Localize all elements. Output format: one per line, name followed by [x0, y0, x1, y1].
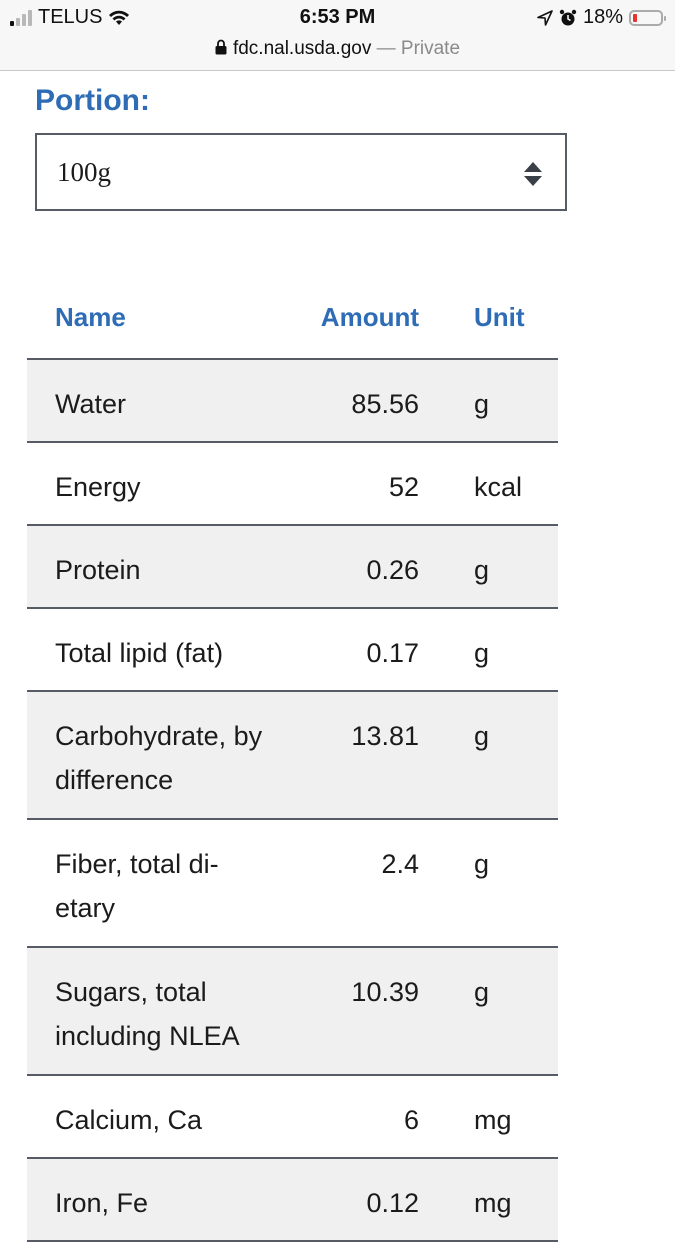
nutrient-amount: 10.39 [351, 977, 419, 1007]
nutrient-amount: 0.12 [366, 1188, 419, 1218]
nutrient-amount: 2.4 [381, 849, 419, 879]
table-row: Water 85.56 g [27, 360, 558, 443]
table-row: Protein 0.26 g [27, 526, 558, 609]
location-icon [537, 9, 553, 26]
table-row: Energy 52 kcal [27, 443, 558, 526]
nutrient-amount: 6 [403, 1105, 419, 1135]
nutrient-name: Protein [55, 555, 141, 585]
nutrient-table: Name Amount Unit Water 85.56 g Energy 52… [27, 290, 558, 1242]
table-row: Calcium, Ca 6 mg [27, 1076, 558, 1159]
column-header-amount[interactable]: Amount [321, 302, 419, 333]
nutrient-name: Total lipid (fat) [55, 638, 224, 668]
table-row: Fiber, total di-etary 2.4 g [27, 820, 558, 948]
nutrient-name: Carbohydrate, by difference [55, 721, 263, 795]
status-bar: TELUS 6:53 PM 18% fdc.nal.usda.gov — Pri… [0, 0, 675, 71]
private-label: Private [400, 38, 461, 59]
nutrient-unit: mg [474, 1188, 512, 1218]
nutrient-name: Sugars, total including NLEA [55, 977, 240, 1051]
table-row: Iron, Fe 0.12 mg [27, 1159, 558, 1242]
table-row: Carbohydrate, by difference 13.81 g [27, 692, 558, 820]
nutrient-name: Energy [55, 472, 141, 502]
nutrient-name: Fiber, total di-etary [55, 849, 219, 923]
nutrient-unit: mg [474, 1105, 512, 1135]
url-domain: fdc.nal.usda.gov [232, 38, 372, 59]
nutrient-unit: g [474, 977, 490, 1007]
lock-icon [215, 39, 227, 55]
table-header: Name Amount Unit [27, 290, 558, 360]
alarm-icon [559, 9, 577, 25]
column-header-unit[interactable]: Unit [474, 302, 525, 333]
nutrient-unit: kcal [474, 472, 523, 502]
column-header-name[interactable]: Name [55, 302, 126, 333]
select-arrows-icon [524, 162, 542, 186]
table-row: Total lipid (fat) 0.17 g [27, 609, 558, 692]
table-row: Sugars, total including NLEA 10.39 g [27, 948, 558, 1076]
battery-icon [629, 9, 666, 26]
nutrient-name: Water [55, 389, 127, 419]
nutrient-amount: 52 [388, 472, 419, 502]
nutrient-amount: 0.26 [366, 555, 419, 585]
nutrient-amount: 85.56 [351, 389, 419, 419]
nutrient-unit: g [474, 638, 490, 668]
portion-label: Portion: [35, 84, 150, 117]
portion-select[interactable]: 100g [35, 133, 567, 211]
nutrient-unit: g [474, 555, 490, 585]
nutrient-unit: g [474, 721, 490, 751]
battery-percent: 18% [582, 6, 623, 28]
url-separator: — [371, 38, 401, 59]
status-right: 18% [537, 6, 666, 29]
address-bar[interactable]: fdc.nal.usda.gov — Private [0, 38, 675, 60]
nutrient-name: Calcium, Ca [55, 1105, 203, 1135]
nutrient-unit: g [474, 849, 490, 879]
portion-select-value: 100g [57, 157, 111, 187]
nutrient-unit: g [474, 389, 490, 419]
nutrient-name: Iron, Fe [55, 1188, 149, 1218]
nutrient-amount: 13.81 [351, 721, 419, 751]
nutrient-amount: 0.17 [366, 638, 419, 668]
